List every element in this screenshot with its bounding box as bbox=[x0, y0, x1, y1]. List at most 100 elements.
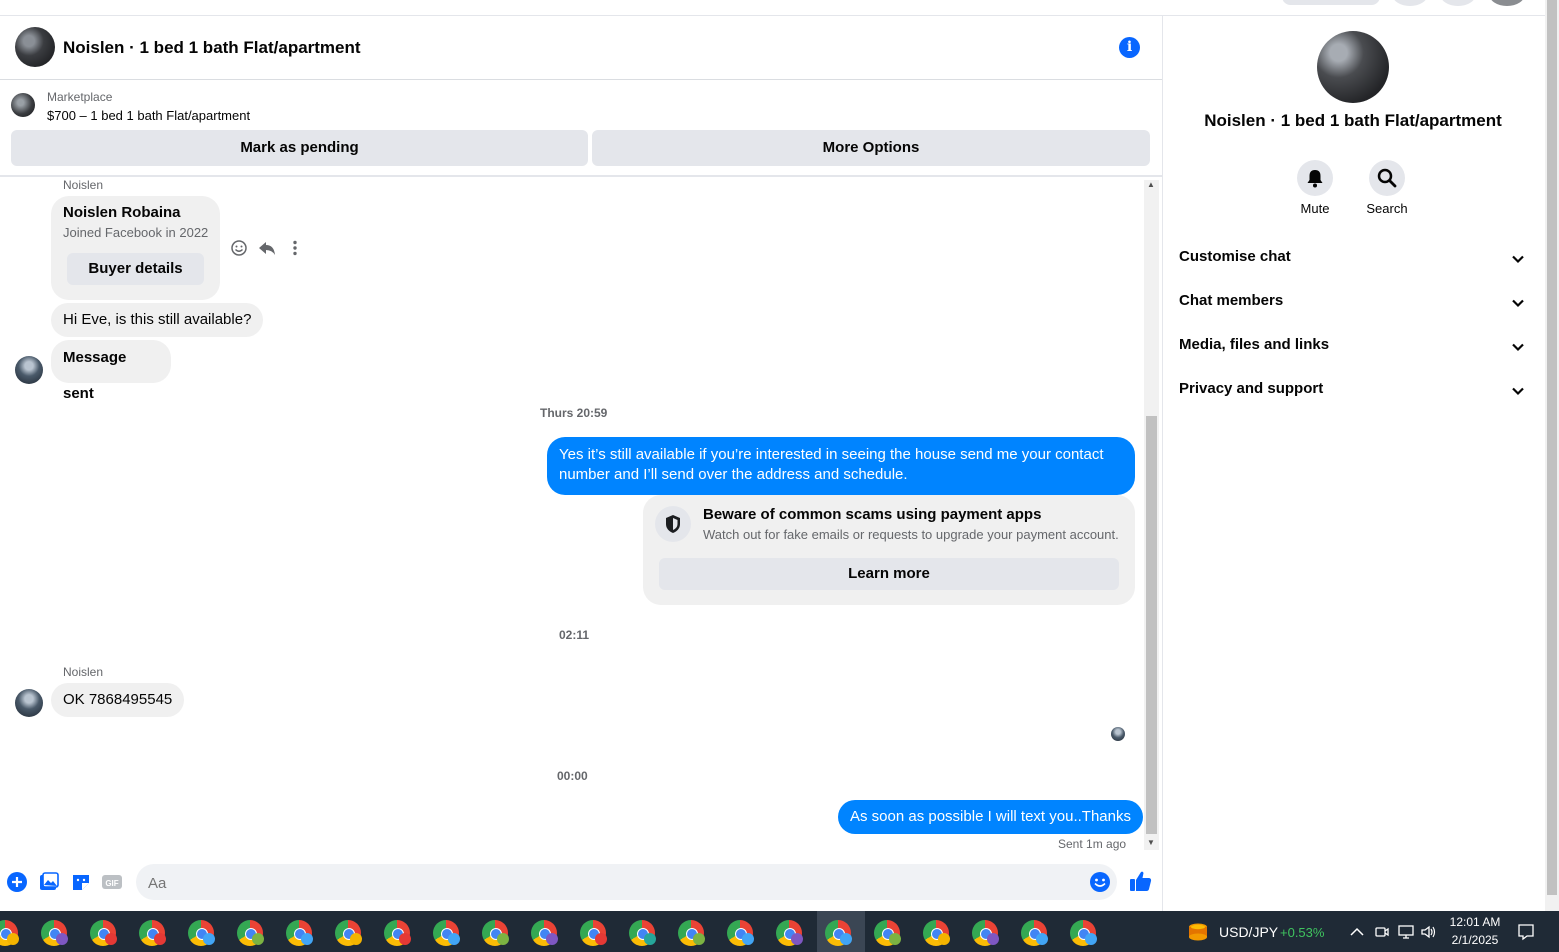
gif-icon[interactable]: GIF bbox=[101, 871, 123, 893]
profile-badge-icon bbox=[203, 933, 215, 945]
profile-badge-icon bbox=[56, 933, 68, 945]
more-options-button[interactable]: More Options bbox=[592, 130, 1150, 166]
shield-icon-wrapper bbox=[655, 506, 691, 542]
notifications-icon[interactable] bbox=[1517, 923, 1535, 941]
shield-icon bbox=[666, 515, 680, 533]
profile-badge-icon bbox=[889, 933, 901, 945]
ticker-change[interactable]: +0.53% bbox=[1280, 925, 1324, 940]
timestamp: 02:11 bbox=[559, 628, 590, 642]
sender-name: Noislen bbox=[63, 178, 104, 192]
panel-divider bbox=[1162, 15, 1163, 911]
profile-badge-icon bbox=[546, 933, 558, 945]
chevron-down-icon bbox=[1512, 343, 1524, 352]
reply-icon[interactable] bbox=[258, 239, 276, 257]
section-customise-chat[interactable]: Customise chat bbox=[1179, 248, 1529, 272]
clock-date[interactable]: 2/1/2025 bbox=[1447, 933, 1503, 947]
section-chat-members[interactable]: Chat members bbox=[1179, 292, 1529, 316]
profile-badge-icon bbox=[350, 933, 362, 945]
profile-badge-icon bbox=[644, 933, 656, 945]
profile-badge-icon bbox=[1085, 933, 1097, 945]
message-bubble-incoming[interactable]: Message sent bbox=[51, 340, 171, 402]
profile-badge-icon bbox=[693, 933, 705, 945]
profile-badge-icon bbox=[791, 933, 803, 945]
section-label: Media, files and links bbox=[1179, 336, 1330, 353]
clock-time[interactable]: 12:01 AM bbox=[1449, 915, 1501, 929]
learn-more-button[interactable]: Learn more bbox=[659, 558, 1119, 590]
chevron-down-icon bbox=[1512, 387, 1524, 396]
sender-name: Noislen bbox=[63, 665, 104, 679]
profile-badge-icon bbox=[301, 933, 313, 945]
volume-icon[interactable] bbox=[1420, 924, 1438, 940]
listing-price-title[interactable]: $700 – 1 bed 1 bath Flat/apartment bbox=[47, 108, 250, 123]
sent-status: Sent 1m ago bbox=[1058, 837, 1127, 851]
profile-badge-icon bbox=[252, 933, 264, 945]
profile-badge-icon bbox=[938, 933, 950, 945]
listing-thumbnail[interactable] bbox=[11, 93, 35, 117]
search-icon bbox=[1377, 168, 1397, 188]
plus-icon[interactable] bbox=[6, 871, 28, 893]
profile-badge-icon bbox=[448, 933, 460, 945]
panel-title: Noislen · 1 bed 1 bath Flat/apartment bbox=[1204, 111, 1502, 130]
timestamp: Thurs 20:59 bbox=[540, 406, 608, 420]
svg-text:GIF: GIF bbox=[105, 879, 118, 888]
warning-title: Beware of common scams using payment app… bbox=[703, 506, 1042, 523]
section-label: Privacy and support bbox=[1179, 380, 1324, 397]
message-input[interactable] bbox=[146, 864, 1080, 902]
read-receipt-avatar bbox=[1111, 727, 1125, 741]
sender-avatar[interactable] bbox=[15, 356, 43, 384]
ticker-coins-icon[interactable] bbox=[1185, 921, 1211, 945]
section-label: Customise chat bbox=[1179, 248, 1291, 265]
chevron-down-icon bbox=[1512, 299, 1524, 308]
buyer-name: Noislen Robaina bbox=[63, 204, 181, 221]
sticker-icon[interactable] bbox=[70, 871, 92, 893]
top-nav-pill[interactable] bbox=[1282, 0, 1380, 5]
section-label: Chat members bbox=[1179, 292, 1284, 309]
thumbs-up-icon[interactable] bbox=[1129, 869, 1153, 893]
mark-as-pending-button[interactable]: Mark as pending bbox=[11, 130, 588, 166]
profile-badge-icon bbox=[154, 933, 166, 945]
message-bubble-incoming[interactable]: OK 7868495545 bbox=[51, 683, 185, 717]
scroll-down-arrow-icon[interactable]: ▼ bbox=[1147, 838, 1155, 847]
profile-badge-icon bbox=[1036, 933, 1048, 945]
conversation-title[interactable]: Noislen · 1 bed 1 bath Flat/apartment bbox=[63, 38, 361, 58]
buyer-joined: Joined Facebook in 2022 bbox=[63, 225, 209, 240]
emoji-icon[interactable] bbox=[1089, 871, 1111, 893]
window-scrollbar-thumb[interactable] bbox=[1547, 0, 1557, 895]
warning-subtitle: Watch out for fake emails or requests to… bbox=[703, 527, 1119, 542]
profile-badge-icon bbox=[840, 933, 852, 945]
mute-button[interactable] bbox=[1297, 160, 1333, 196]
profile-badge-icon bbox=[7, 933, 19, 945]
scroll-up-arrow-icon[interactable]: ▲ bbox=[1147, 180, 1155, 189]
ticker-symbol[interactable]: USD/JPY bbox=[1219, 924, 1278, 940]
photo-icon[interactable] bbox=[38, 871, 60, 893]
info-icon[interactable]: i bbox=[1119, 37, 1140, 58]
divider bbox=[0, 175, 1162, 177]
section-media-files-links[interactable]: Media, files and links bbox=[1179, 336, 1529, 360]
sender-avatar[interactable] bbox=[15, 689, 43, 717]
message-composer bbox=[136, 864, 1117, 902]
buyer-details-button[interactable]: Buyer details bbox=[67, 253, 204, 285]
profile-badge-icon bbox=[742, 933, 754, 945]
marketplace-label: Marketplace bbox=[47, 90, 113, 104]
meet-now-icon[interactable] bbox=[1374, 924, 1390, 940]
message-bubble-incoming[interactable]: Hi Eve, is this still available? bbox=[51, 303, 264, 337]
profile-badge-icon bbox=[497, 933, 509, 945]
section-privacy-support[interactable]: Privacy and support bbox=[1179, 380, 1529, 404]
more-actions-icon[interactable] bbox=[286, 239, 304, 257]
message-bubble-outgoing[interactable]: As soon as possible I will text you..Tha… bbox=[838, 800, 1143, 834]
network-icon[interactable] bbox=[1397, 924, 1415, 940]
conversation-avatar[interactable] bbox=[15, 27, 55, 67]
profile-badge-icon bbox=[595, 933, 607, 945]
react-emoji-icon[interactable] bbox=[230, 239, 248, 257]
search-button[interactable] bbox=[1369, 160, 1405, 196]
search-label: Search bbox=[1366, 201, 1408, 216]
message-bubble-outgoing[interactable]: Yes it’s still available if you’re inter… bbox=[547, 437, 1135, 495]
profile-badge-icon bbox=[987, 933, 999, 945]
conversation-avatar-large[interactable] bbox=[1317, 31, 1389, 103]
chat-scrollbar-thumb[interactable] bbox=[1146, 416, 1157, 834]
chevron-up-icon[interactable] bbox=[1350, 926, 1364, 938]
timestamp: 00:00 bbox=[557, 769, 588, 783]
bell-icon bbox=[1307, 170, 1323, 188]
mute-label: Mute bbox=[1300, 201, 1330, 216]
chevron-down-icon bbox=[1512, 255, 1524, 264]
